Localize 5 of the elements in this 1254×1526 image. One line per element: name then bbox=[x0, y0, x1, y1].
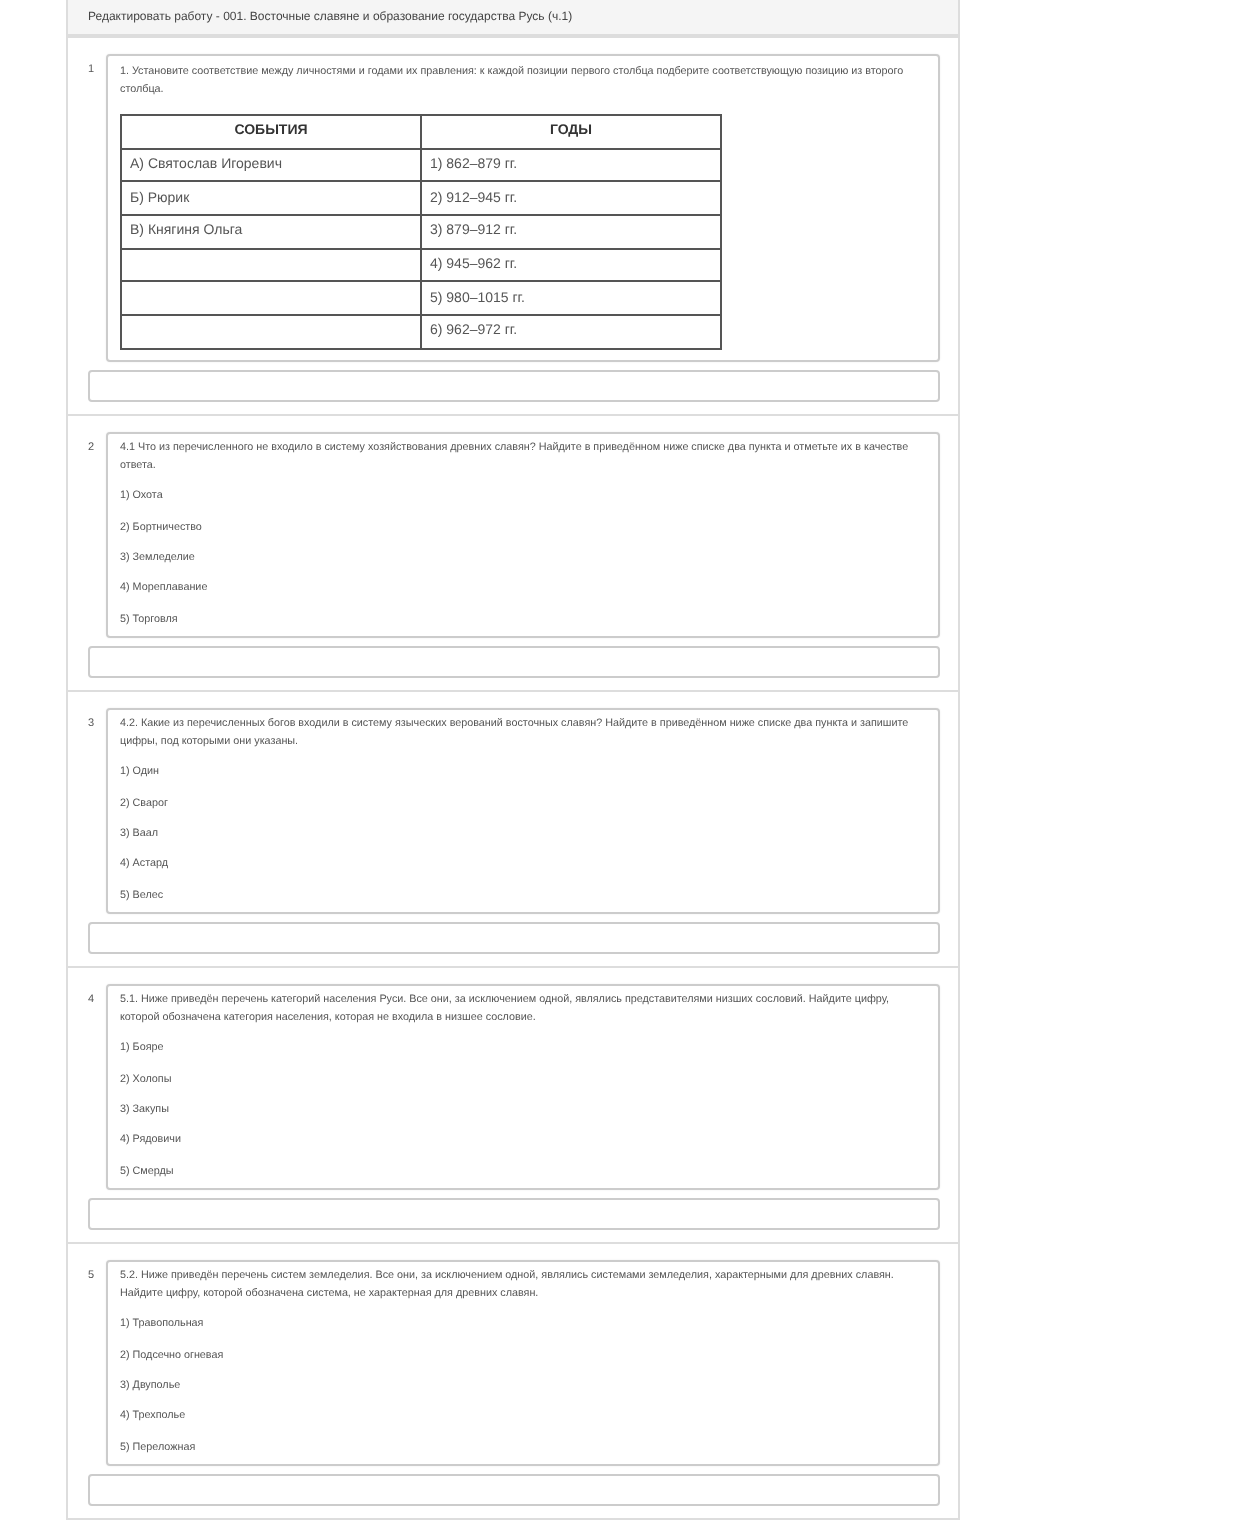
answer-field[interactable] bbox=[88, 1473, 940, 1506]
answer-field[interactable] bbox=[88, 369, 940, 402]
answer-field[interactable] bbox=[88, 1197, 940, 1230]
answer-field[interactable] bbox=[88, 645, 940, 678]
answer-field[interactable] bbox=[88, 921, 940, 954]
